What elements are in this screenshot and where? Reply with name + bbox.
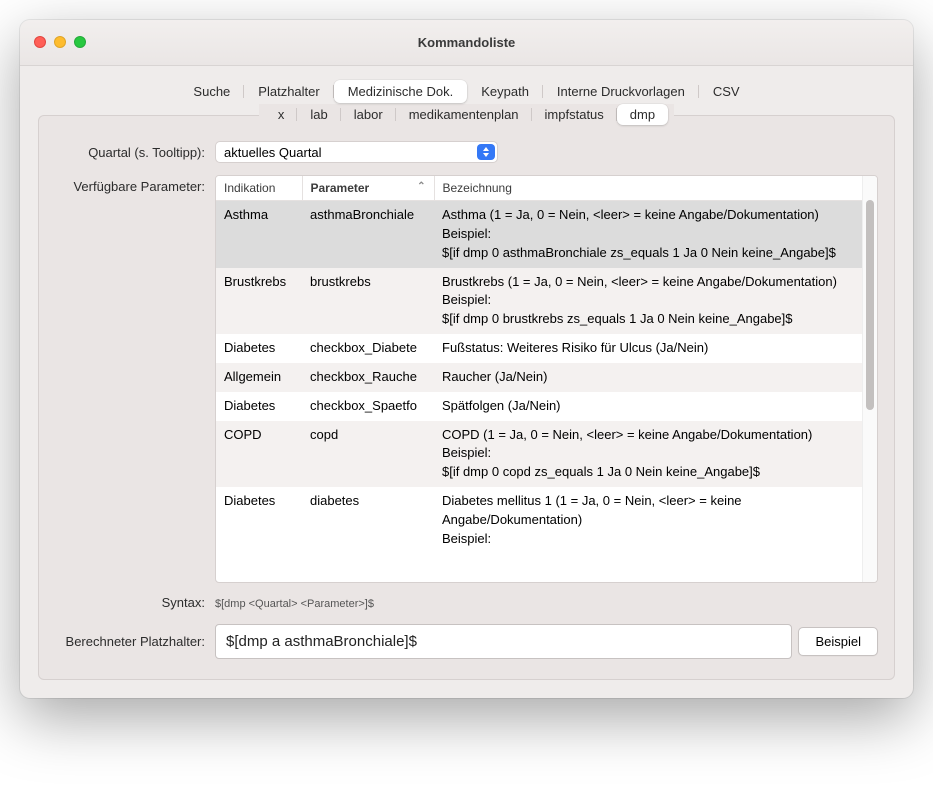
cell-parameter: diabetes xyxy=(302,487,434,554)
cell-indikation: COPD xyxy=(216,421,302,488)
col-header-parameter[interactable]: Parameter⌃ xyxy=(302,176,434,201)
syntax-text: $[dmp <Quartal> <Parameter>]$ xyxy=(215,596,878,610)
minimize-window-button[interactable] xyxy=(54,36,66,48)
label-quartal: Quartal (s. Tooltipp): xyxy=(55,145,215,160)
main-tab-platzhalter[interactable]: Platzhalter xyxy=(244,80,333,103)
cell-parameter: brustkrebs xyxy=(302,268,434,335)
cell-bezeichnung: Asthma (1 = Ja, 0 = Nein, <leer> = keine… xyxy=(434,201,862,268)
sub-tab-x[interactable]: x xyxy=(265,104,298,125)
parameter-table-container: Indikation Parameter⌃ Bezeichnung Asthma… xyxy=(215,175,878,583)
table-row[interactable]: COPDcopdCOPD (1 = Ja, 0 = Nein, <leer> =… xyxy=(216,421,862,488)
row-quartal: Quartal (s. Tooltipp): aktuelles Quartal xyxy=(55,141,878,163)
cell-indikation: Diabetes xyxy=(216,487,302,554)
main-tab-csv[interactable]: CSV xyxy=(699,80,754,103)
scrollbar[interactable] xyxy=(862,176,877,582)
cell-indikation: Asthma xyxy=(216,201,302,268)
cell-indikation: Allgemein xyxy=(216,363,302,392)
col-header-indikation[interactable]: Indikation xyxy=(216,176,302,201)
scrollbar-thumb[interactable] xyxy=(866,200,874,410)
cell-parameter: copd xyxy=(302,421,434,488)
cell-indikation: Diabetes xyxy=(216,392,302,421)
close-window-button[interactable] xyxy=(34,36,46,48)
main-tab-medizinische-dok-[interactable]: Medizinische Dok. xyxy=(334,80,468,103)
cell-bezeichnung: Brustkrebs (1 = Ja, 0 = Nein, <leer> = k… xyxy=(434,268,862,335)
table-row[interactable]: DiabetesdiabetesDiabetes mellitus 1 (1 =… xyxy=(216,487,862,554)
panel: xlablabormedikamentenplanimpfstatusdmp Q… xyxy=(38,115,895,680)
sub-tab-labor[interactable]: labor xyxy=(341,104,396,125)
table-row[interactable]: BrustkrebsbrustkrebsBrustkrebs (1 = Ja, … xyxy=(216,268,862,335)
table-row[interactable]: Diabetescheckbox_SpaetfoSpätfolgen (Ja/N… xyxy=(216,392,862,421)
main-tab-suche[interactable]: Suche xyxy=(179,80,244,103)
main-tabs: SuchePlatzhalterMedizinische Dok.Keypath… xyxy=(20,66,913,107)
label-parameter: Verfügbare Parameter: xyxy=(55,175,215,194)
computed-placeholder-input[interactable]: $[dmp a asthmaBronchiale]$ xyxy=(215,624,792,659)
sub-tab-dmp[interactable]: dmp xyxy=(617,104,668,125)
cell-parameter: checkbox_Spaetfo xyxy=(302,392,434,421)
sub-tabs: xlablabormedikamentenplanimpfstatusdmp xyxy=(55,104,878,125)
row-platzhalter: Berechneter Platzhalter: $[dmp a asthmaB… xyxy=(55,624,878,659)
sort-asc-icon: ⌃ xyxy=(417,181,425,192)
cell-bezeichnung: Diabetes mellitus 1 (1 = Ja, 0 = Nein, <… xyxy=(434,487,862,554)
main-tab-interne-druckvorlagen[interactable]: Interne Druckvorlagen xyxy=(543,80,699,103)
parameter-table: Indikation Parameter⌃ Bezeichnung Asthma… xyxy=(216,176,862,554)
traffic-lights xyxy=(34,36,86,48)
sub-tab-lab[interactable]: lab xyxy=(297,104,340,125)
beispiel-button[interactable]: Beispiel xyxy=(798,627,878,656)
window: Kommandoliste SuchePlatzhalterMedizinisc… xyxy=(20,20,913,698)
titlebar: Kommandoliste xyxy=(20,20,913,66)
chevron-updown-icon xyxy=(477,144,495,160)
cell-indikation: Diabetes xyxy=(216,334,302,363)
label-syntax: Syntax: xyxy=(55,595,215,610)
sub-tab-impfstatus[interactable]: impfstatus xyxy=(532,104,617,125)
cell-bezeichnung: Raucher (Ja/Nein) xyxy=(434,363,862,392)
row-syntax: Syntax: $[dmp <Quartal> <Parameter>]$ xyxy=(55,595,878,610)
table-row[interactable]: Allgemeincheckbox_RaucheRaucher (Ja/Nein… xyxy=(216,363,862,392)
table-row[interactable]: AsthmaasthmaBronchialeAsthma (1 = Ja, 0 … xyxy=(216,201,862,268)
window-title: Kommandoliste xyxy=(418,35,516,50)
quartal-select-value: aktuelles Quartal xyxy=(224,145,322,160)
cell-indikation: Brustkrebs xyxy=(216,268,302,335)
cell-parameter: checkbox_Diabete xyxy=(302,334,434,363)
cell-bezeichnung: COPD (1 = Ja, 0 = Nein, <leer> = keine A… xyxy=(434,421,862,488)
zoom-window-button[interactable] xyxy=(74,36,86,48)
main-tab-keypath[interactable]: Keypath xyxy=(467,80,543,103)
row-parameter: Verfügbare Parameter: Indikation xyxy=(55,175,878,583)
col-header-bezeichnung[interactable]: Bezeichnung xyxy=(434,176,862,201)
sub-tab-medikamentenplan[interactable]: medikamentenplan xyxy=(396,104,532,125)
quartal-select[interactable]: aktuelles Quartal xyxy=(215,141,498,163)
cell-bezeichnung: Spätfolgen (Ja/Nein) xyxy=(434,392,862,421)
cell-parameter: checkbox_Rauche xyxy=(302,363,434,392)
label-platzhalter: Berechneter Platzhalter: xyxy=(55,634,215,649)
table-row[interactable]: Diabetescheckbox_DiabeteFußstatus: Weite… xyxy=(216,334,862,363)
cell-parameter: asthmaBronchiale xyxy=(302,201,434,268)
cell-bezeichnung: Fußstatus: Weiteres Risiko für Ulcus (Ja… xyxy=(434,334,862,363)
